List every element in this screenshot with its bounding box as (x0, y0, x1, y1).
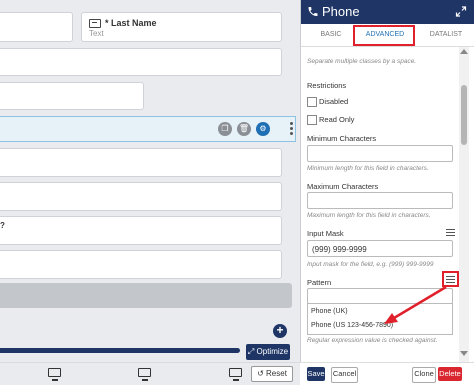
laptop-icon[interactable] (48, 368, 61, 381)
scrollbar-thumb[interactable] (461, 85, 467, 145)
input-mask-hint: Input mask for the field, e.g. (999) 999… (307, 261, 434, 268)
form-field-first-name[interactable] (0, 12, 73, 42)
form-field-last-name[interactable]: * Last Name Text (81, 12, 282, 42)
form-field-row-3[interactable] (0, 82, 144, 110)
form-field-row-8[interactable] (0, 250, 282, 279)
min-chars-hint: Minimum length for this field in charact… (307, 165, 429, 172)
add-field-button[interactable]: + (273, 324, 287, 338)
reset-icon: ↺ (257, 369, 267, 378)
last-name-placeholder: Text (89, 29, 104, 38)
form-field-row-5[interactable] (0, 148, 282, 177)
last-name-label: * Last Name (105, 18, 157, 28)
tab-basic[interactable]: BASIC (311, 31, 351, 38)
reset-button[interactable]: ↺ Reset (251, 366, 293, 382)
input-mask-menu-icon[interactable] (446, 229, 455, 237)
disabled-checkbox[interactable] (307, 97, 317, 107)
desktop-icon[interactable] (138, 368, 151, 381)
disabled-label: Disabled (319, 97, 349, 106)
pattern-preset-dropdown: Phone (UK) Phone (US 123-456-7890) (307, 303, 453, 335)
panel-scrollbar[interactable] (459, 47, 469, 362)
advanced-tab-highlight-box (353, 25, 415, 46)
clone-button[interactable]: Clone (412, 367, 436, 383)
scroll-down-arrow-icon[interactable] (460, 351, 468, 356)
properties-panel: Phone BASIC ADVANCED DATALIST Separate m… (300, 0, 474, 384)
copy-icon[interactable]: ❐ (218, 122, 232, 136)
read-only-checkbox[interactable] (307, 115, 317, 125)
expand-icon[interactable] (455, 5, 467, 18)
pattern-label: Pattern (307, 278, 332, 287)
form-field-row-6[interactable] (0, 182, 282, 211)
advanced-settings: Separate multiple classes by a space. Re… (307, 47, 455, 362)
form-field-row-2[interactable] (0, 48, 282, 76)
optimize-button[interactable]: ⤢ Optimize (246, 344, 290, 360)
pattern-option-us[interactable]: Phone (US 123-456-7890) (311, 322, 393, 329)
drag-handle-icon[interactable] (290, 121, 293, 137)
trash-icon[interactable]: 🗑 (237, 122, 251, 136)
max-chars-input[interactable] (307, 192, 453, 209)
max-chars-label: Maximum Characters (307, 182, 379, 191)
gear-icon[interactable]: ⚙ (256, 122, 270, 136)
min-chars-label: Minimum Characters (307, 134, 377, 143)
pattern-hint: Regular expression value is checked agai… (307, 337, 438, 344)
form-canvas: * Last Name Text ❐ 🗑 ⚙ ? + ⤢ Optimize ↺ … (0, 0, 300, 384)
css-class-hint: Separate multiple classes by a space. (307, 58, 417, 65)
tablet-icon[interactable] (229, 368, 242, 381)
input-mask-label: Input Mask (307, 229, 344, 238)
min-chars-input[interactable] (307, 145, 453, 162)
input-mask-input[interactable]: (999) 999-9999 (307, 240, 453, 257)
panel-title: Phone (322, 4, 360, 19)
pattern-menu-highlight-box (442, 271, 459, 287)
selected-field-row[interactable]: ❐ 🗑 ⚙ (0, 116, 296, 142)
save-button[interactable]: Save (307, 367, 325, 381)
form-section-block (0, 283, 292, 308)
pattern-input[interactable] (307, 288, 453, 304)
restrictions-heading: Restrictions (307, 81, 347, 90)
optimize-icon: ⤢ (247, 347, 257, 356)
delete-button[interactable]: Delete (438, 367, 462, 381)
max-chars-hint: Maximum length for this field in charact… (307, 212, 431, 219)
scroll-up-arrow-icon[interactable] (460, 49, 468, 54)
question-label-fragment: ? (0, 221, 5, 230)
panel-header: Phone (301, 0, 474, 24)
pattern-option-uk[interactable]: Phone (UK) (311, 308, 348, 315)
form-field-row-7[interactable] (0, 216, 282, 245)
read-only-label: Read Only (319, 115, 355, 124)
panel-footer: Save Cancel Clone Delete (300, 362, 474, 385)
cancel-button[interactable]: Cancel (331, 367, 358, 383)
tab-datalist[interactable]: DATALIST (423, 31, 469, 38)
progress-bar (0, 348, 240, 353)
phone-icon (308, 7, 318, 16)
id-card-icon (89, 18, 101, 28)
